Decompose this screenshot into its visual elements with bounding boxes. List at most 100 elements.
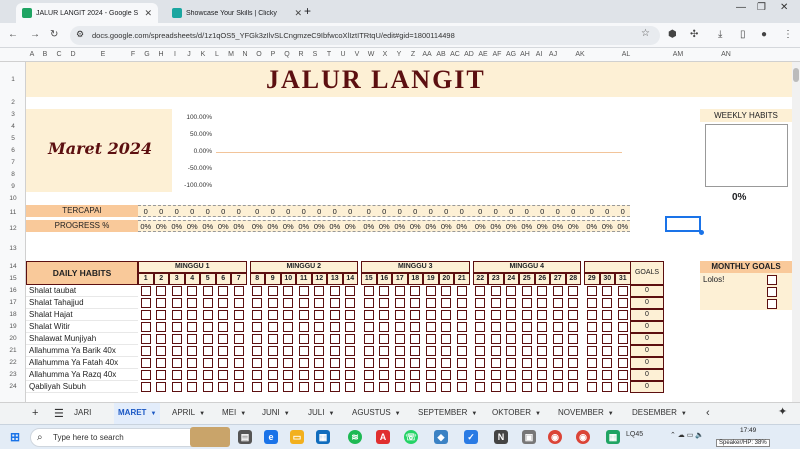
habit-checkbox[interactable] bbox=[441, 286, 451, 296]
habit-checkbox[interactable] bbox=[156, 346, 166, 356]
habit-checkbox[interactable] bbox=[552, 370, 563, 380]
habit-checkbox[interactable] bbox=[394, 286, 405, 296]
habit-checkbox[interactable] bbox=[410, 322, 420, 332]
sheet-tab-dropdown-icon[interactable]: ▼ bbox=[471, 411, 477, 417]
habit-checkbox[interactable] bbox=[218, 358, 228, 368]
habit-checkbox[interactable] bbox=[617, 298, 628, 308]
habit-checkbox[interactable] bbox=[298, 358, 309, 368]
row-header[interactable]: 19 bbox=[0, 323, 26, 330]
row-header[interactable]: 12 bbox=[0, 225, 26, 232]
habit-checkbox[interactable] bbox=[537, 322, 547, 332]
column-header[interactable]: AF bbox=[490, 51, 504, 58]
habit-checkbox[interactable] bbox=[345, 322, 355, 332]
column-header[interactable]: T bbox=[322, 51, 336, 58]
habit-checkbox[interactable] bbox=[410, 334, 420, 344]
row-header[interactable]: 13 bbox=[0, 245, 26, 252]
sheet-tab-dropdown-icon[interactable]: ▼ bbox=[535, 411, 541, 417]
column-header[interactable]: F bbox=[126, 51, 140, 58]
row-header[interactable]: 3 bbox=[0, 111, 26, 118]
scroll-tabs-left-icon[interactable]: ‹ bbox=[706, 407, 710, 419]
habit-checkbox[interactable] bbox=[140, 298, 151, 308]
habit-checkbox[interactable] bbox=[202, 346, 213, 356]
habit-checkbox[interactable] bbox=[233, 310, 244, 320]
habit-checkbox[interactable] bbox=[363, 310, 374, 320]
habit-checkbox[interactable] bbox=[283, 310, 293, 320]
habit-checkbox[interactable] bbox=[345, 334, 355, 344]
menu-kebab-icon[interactable]: ⋮ bbox=[783, 29, 793, 40]
clock[interactable]: 17:49 bbox=[740, 427, 756, 434]
habit-checkbox[interactable] bbox=[314, 334, 324, 344]
habit-checkbox[interactable] bbox=[425, 346, 436, 356]
habit-checkbox[interactable] bbox=[586, 334, 597, 344]
habit-checkbox[interactable] bbox=[586, 310, 597, 320]
habit-checkbox[interactable] bbox=[602, 286, 612, 296]
row-header[interactable]: 10 bbox=[0, 195, 26, 202]
habit-checkbox[interactable] bbox=[586, 346, 597, 356]
habit-checkbox[interactable] bbox=[506, 370, 516, 380]
row-header[interactable]: 4 bbox=[0, 123, 26, 130]
habit-checkbox[interactable] bbox=[329, 310, 340, 320]
habit-checkbox[interactable] bbox=[379, 334, 389, 344]
sheet-tab[interactable]: JULI ▼ bbox=[308, 408, 334, 417]
habit-checkbox[interactable] bbox=[441, 310, 451, 320]
habit-checkbox[interactable] bbox=[425, 322, 436, 332]
forward-icon[interactable]: → bbox=[30, 29, 40, 40]
app-icon[interactable]: ◆ bbox=[434, 430, 448, 444]
habit-checkbox[interactable] bbox=[156, 382, 166, 392]
habit-checkbox[interactable] bbox=[456, 370, 467, 380]
column-header[interactable]: H bbox=[154, 51, 168, 58]
column-header[interactable]: E bbox=[80, 51, 126, 58]
habit-checkbox[interactable] bbox=[490, 298, 501, 308]
sheet-tab[interactable]: MEI ▼ bbox=[222, 408, 246, 417]
row-header[interactable]: 18 bbox=[0, 311, 26, 318]
habit-checkbox[interactable] bbox=[283, 286, 293, 296]
habit-checkbox[interactable] bbox=[617, 310, 628, 320]
habit-checkbox[interactable] bbox=[187, 298, 197, 308]
column-header[interactable]: AG bbox=[504, 51, 518, 58]
habit-checkbox[interactable] bbox=[283, 298, 293, 308]
column-header[interactable]: M bbox=[224, 51, 238, 58]
habit-checkbox[interactable] bbox=[537, 298, 547, 308]
habit-checkbox[interactable] bbox=[456, 286, 467, 296]
habit-checkbox[interactable] bbox=[363, 346, 374, 356]
habit-checkbox[interactable] bbox=[521, 334, 532, 344]
habit-checkbox[interactable] bbox=[617, 334, 628, 344]
habit-checkbox[interactable] bbox=[475, 322, 485, 332]
habit-checkbox[interactable] bbox=[218, 322, 228, 332]
column-header[interactable]: A bbox=[26, 51, 38, 58]
habit-checkbox[interactable] bbox=[506, 286, 516, 296]
habit-checkbox[interactable] bbox=[283, 334, 293, 344]
habit-checkbox[interactable] bbox=[171, 298, 182, 308]
habit-checkbox[interactable] bbox=[521, 298, 532, 308]
habit-checkbox[interactable] bbox=[267, 346, 278, 356]
column-header[interactable]: AB bbox=[434, 51, 448, 58]
sheet-tab[interactable]: NOVEMBER ▼ bbox=[558, 408, 614, 417]
column-header[interactable]: B bbox=[38, 51, 52, 58]
todo-icon[interactable]: ✓ bbox=[464, 430, 478, 444]
habit-checkbox[interactable] bbox=[490, 358, 501, 368]
habit-checkbox[interactable] bbox=[233, 286, 244, 296]
close-window-icon[interactable]: ✕ bbox=[780, 2, 788, 13]
habit-checkbox[interactable] bbox=[156, 370, 166, 380]
habit-checkbox[interactable] bbox=[363, 382, 374, 392]
habit-checkbox[interactable] bbox=[394, 346, 405, 356]
habit-checkbox[interactable] bbox=[187, 346, 197, 356]
column-header[interactable]: I bbox=[168, 51, 182, 58]
habit-checkbox[interactable] bbox=[156, 298, 166, 308]
habit-checkbox[interactable] bbox=[345, 310, 355, 320]
habit-checkbox[interactable] bbox=[521, 322, 532, 332]
habit-checkbox[interactable] bbox=[410, 346, 420, 356]
habit-checkbox[interactable] bbox=[441, 322, 451, 332]
habit-checkbox[interactable] bbox=[140, 358, 151, 368]
habit-checkbox[interactable] bbox=[537, 358, 547, 368]
column-header[interactable]: AN bbox=[704, 51, 748, 58]
habit-checkbox[interactable] bbox=[218, 382, 228, 392]
sheets-taskbar-icon[interactable]: ▦ bbox=[606, 430, 620, 444]
habit-checkbox[interactable] bbox=[379, 286, 389, 296]
habit-checkbox[interactable] bbox=[568, 358, 578, 368]
column-header[interactable]: C bbox=[52, 51, 66, 58]
habit-checkbox[interactable] bbox=[345, 286, 355, 296]
file-explorer-icon[interactable]: ▭ bbox=[290, 430, 304, 444]
habit-checkbox[interactable] bbox=[456, 382, 467, 392]
vertical-scrollbar[interactable] bbox=[792, 62, 800, 402]
